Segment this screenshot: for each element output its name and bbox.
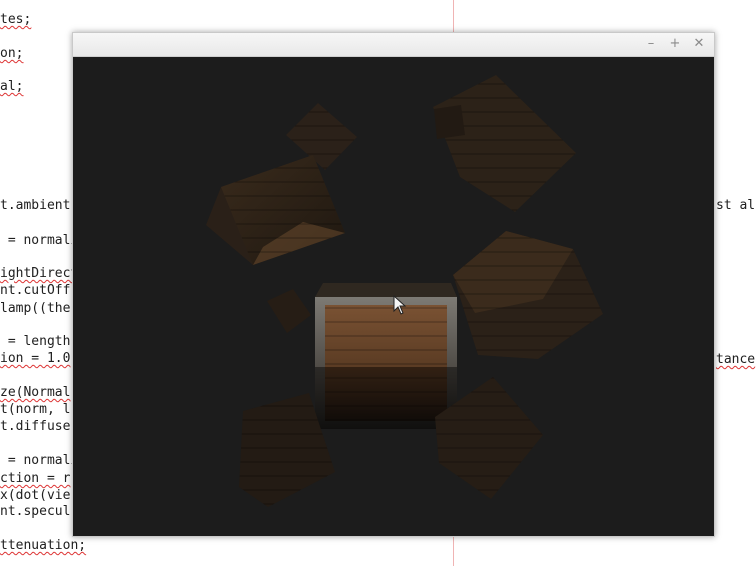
code-line: nt.cutOff bbox=[0, 283, 71, 298]
code-line: t(norm, l bbox=[0, 402, 71, 417]
opengl-window[interactable]: – + ✕ bbox=[72, 32, 715, 537]
code-line: nt.specul bbox=[0, 504, 71, 519]
crate-right-mid bbox=[453, 231, 603, 359]
code-line: t.ambient bbox=[0, 198, 71, 213]
code-line: tance bbox=[716, 352, 756, 367]
mouse-pointer-icon bbox=[393, 295, 407, 315]
window-controls: – + ✕ bbox=[644, 37, 706, 51]
window-titlebar[interactable]: – + ✕ bbox=[73, 33, 714, 57]
crate-center bbox=[315, 283, 457, 429]
code-line: tes; bbox=[0, 12, 32, 27]
code-line: = length bbox=[0, 334, 71, 349]
code-line: ction = r bbox=[0, 471, 71, 486]
code-line: al; bbox=[0, 79, 24, 94]
code-line: st al bbox=[716, 198, 756, 213]
crate-left-large bbox=[206, 155, 345, 265]
render-viewport[interactable] bbox=[73, 57, 714, 536]
maximize-button[interactable]: + bbox=[668, 37, 682, 51]
code-line: = normali bbox=[0, 453, 79, 468]
crate-top-right bbox=[433, 75, 576, 212]
code-line: = normali bbox=[0, 233, 79, 248]
code-line: ightDirect bbox=[0, 266, 79, 281]
code-line: ttenuation; bbox=[0, 538, 87, 553]
code-line: lamp((the bbox=[0, 301, 71, 316]
code-line: ion = 1.0 bbox=[0, 351, 71, 366]
code-line: t.diffuse bbox=[0, 419, 71, 434]
close-button[interactable]: ✕ bbox=[692, 37, 706, 51]
code-line: x(dot(vie bbox=[0, 488, 71, 503]
code-line: on; bbox=[0, 46, 24, 61]
crate-small-left bbox=[267, 289, 311, 333]
crate-top-left-small bbox=[286, 103, 357, 170]
minimize-button[interactable]: – bbox=[644, 37, 658, 51]
code-line: ze(Normal bbox=[0, 385, 71, 400]
